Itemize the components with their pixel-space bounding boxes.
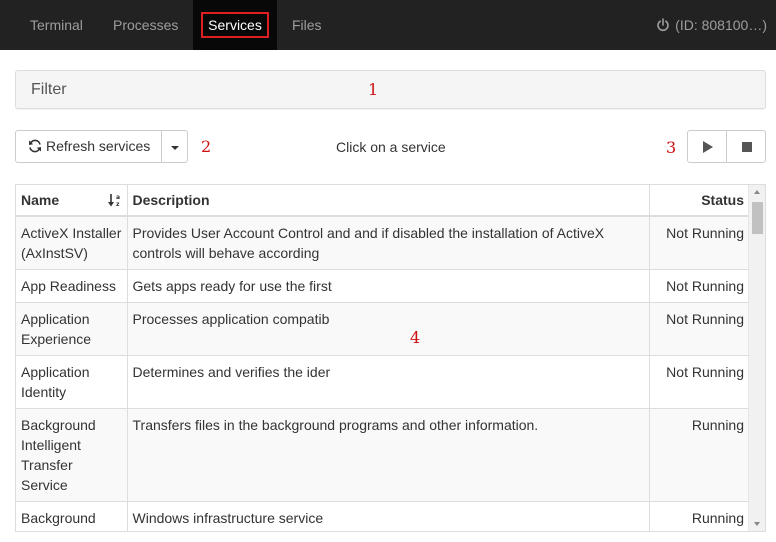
service-status: Not Running <box>649 355 749 409</box>
service-status: Running <box>649 408 749 502</box>
tab-terminal-label: Terminal <box>30 17 83 33</box>
column-status-label: Status <box>701 192 744 208</box>
refresh-services-label: Refresh services <box>46 138 151 154</box>
start-service-button[interactable] <box>687 130 727 163</box>
service-name: App Readiness <box>16 269 128 303</box>
power-icon <box>657 18 669 32</box>
refresh-icon <box>29 139 41 153</box>
table-row[interactable]: Background Intelligent Transfer Service … <box>16 408 749 502</box>
sort-alpha-desc-icon[interactable]: a z <box>107 192 122 208</box>
service-description: Processes application compatib <box>127 302 650 356</box>
service-name: Application Experience <box>16 302 128 356</box>
svg-text:z: z <box>116 201 120 208</box>
selection-hint: Click on a service <box>336 139 446 155</box>
column-header-name[interactable]: Name a z <box>16 185 128 217</box>
stop-service-button[interactable] <box>726 130 766 163</box>
table-row[interactable]: App Readiness Gets apps ready for use th… <box>16 269 749 303</box>
service-name: Application Identity <box>16 355 128 409</box>
service-status: Not Running <box>649 269 749 303</box>
tab-services[interactable]: Services <box>193 0 277 50</box>
column-description-label: Description <box>132 192 210 208</box>
service-status: Running <box>649 501 749 531</box>
service-name: ActiveX Installer (AxInstSV) <box>16 215 128 270</box>
annotation-marker-4: 4 <box>410 328 421 347</box>
service-status: Not Running <box>649 215 749 270</box>
refresh-options-dropdown[interactable] <box>161 130 188 163</box>
tab-files[interactable]: Files <box>278 0 336 50</box>
table-row[interactable]: Application Identity Determines and veri… <box>16 355 749 409</box>
stop-icon <box>742 142 752 152</box>
services-table: Name a z Description Status ActiveX Inst… <box>16 185 749 531</box>
filter-panel[interactable]: Filter <box>15 70 766 109</box>
annotation-marker-1: 1 <box>368 80 379 99</box>
connection-id: (ID: 808100…) <box>675 17 767 33</box>
refresh-services-button[interactable]: Refresh services <box>15 130 162 163</box>
service-name: Background <box>16 501 128 531</box>
connection-status[interactable]: (ID: 808100…) <box>656 0 767 50</box>
top-navbar: Terminal Processes Services Files (ID: 8… <box>0 0 776 50</box>
service-name: Background Intelligent Transfer Service <box>16 408 128 502</box>
annotation-marker-3: 3 <box>666 138 677 157</box>
annotation-marker-2: 2 <box>201 137 212 156</box>
tab-terminal[interactable]: Terminal <box>16 0 97 50</box>
service-description: Transfers files in the background progra… <box>127 408 650 502</box>
scroll-up-arrow-icon[interactable] <box>754 190 760 194</box>
services-table-container[interactable]: Name a z Description Status ActiveX Inst… <box>15 184 766 532</box>
service-status: Not Running <box>649 302 749 356</box>
tab-services-label: Services <box>201 12 269 38</box>
tab-processes-label: Processes <box>113 17 179 33</box>
service-description: Gets apps ready for use the first <box>127 269 650 303</box>
tab-files-label: Files <box>292 17 322 33</box>
filter-label: Filter <box>31 81 67 98</box>
column-name-label: Name <box>21 192 60 208</box>
scrollbar-thumb[interactable] <box>752 202 763 234</box>
svg-text:a: a <box>116 194 120 201</box>
service-description: Windows infrastructure service <box>127 501 650 531</box>
service-description: Provides User Account Control and and if… <box>127 215 650 270</box>
column-header-description[interactable]: Description <box>127 185 650 217</box>
caret-down-icon <box>171 146 179 150</box>
play-icon <box>703 141 713 153</box>
table-header-row: Name a z Description Status <box>16 185 749 217</box>
table-row[interactable]: ActiveX Installer (AxInstSV) Provides Us… <box>16 215 749 270</box>
tab-processes[interactable]: Processes <box>99 0 192 50</box>
scroll-down-arrow-icon[interactable] <box>754 522 760 526</box>
table-row[interactable]: Background Windows infrastructure servic… <box>16 501 749 531</box>
table-scrollbar[interactable] <box>748 185 765 531</box>
service-description: Determines and verifies the ider <box>127 355 650 409</box>
column-header-status[interactable]: Status <box>649 185 749 217</box>
table-row[interactable]: Application Experience Processes applica… <box>16 302 749 356</box>
